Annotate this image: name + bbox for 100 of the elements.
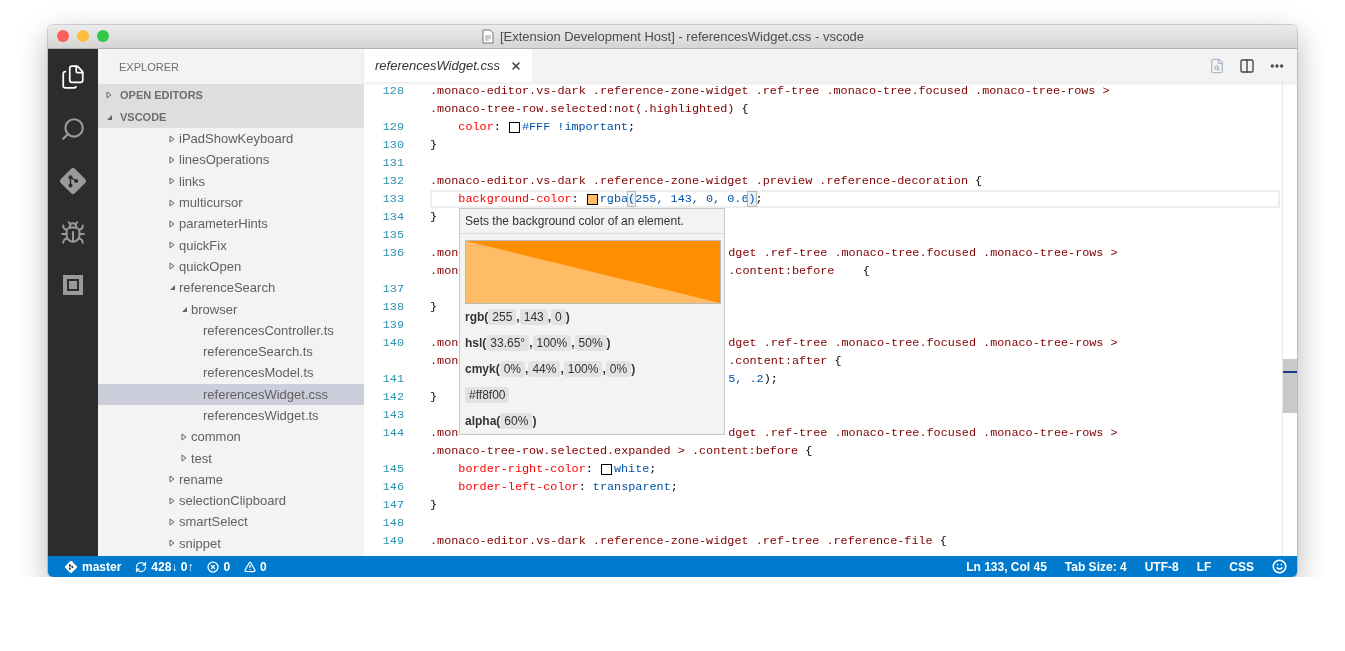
tree-label: linesOperations bbox=[179, 152, 270, 168]
window-title: [Extension Development Host] - referencesWidget.css - vscode bbox=[499, 29, 865, 44]
color-value[interactable]: 60% bbox=[500, 413, 533, 429]
file-item[interactable]: referencesWidget.css bbox=[98, 383, 364, 405]
format-close: ) bbox=[565, 310, 570, 324]
line-number: 147 bbox=[381, 498, 404, 512]
collapsed-arrow-icon bbox=[169, 134, 175, 143]
code-line: .monaco-editor.vs-dark .reference-zone-widget .preview .reference-decoration { bbox=[430, 173, 983, 190]
color-value[interactable]: 0 bbox=[551, 309, 566, 325]
color-value[interactable]: 0% bbox=[499, 361, 526, 377]
folder-item[interactable]: linesOperations bbox=[98, 149, 364, 171]
folder-item[interactable]: common bbox=[98, 426, 364, 448]
line-number: 146 bbox=[381, 480, 404, 494]
close-icon[interactable] bbox=[509, 59, 522, 72]
code-line: .mon bbox=[430, 353, 459, 370]
code-line: dget .ref-tree .monaco-tree.focused .monaco-tree-rows > bbox=[728, 425, 1118, 442]
expanded-arrow-icon bbox=[105, 113, 113, 121]
tree-label: smartSelect bbox=[179, 514, 248, 530]
collapsed-arrow-icon bbox=[169, 496, 175, 505]
collapsed-arrow-icon bbox=[181, 454, 187, 463]
folder-item[interactable]: smartSelect bbox=[98, 511, 364, 533]
format-label: hsl( bbox=[465, 336, 487, 350]
folder-item[interactable]: multicursor bbox=[98, 191, 364, 214]
sync-icon bbox=[135, 560, 148, 573]
scrollbar-thumb[interactable] bbox=[1283, 359, 1297, 413]
folder-item[interactable]: snippet bbox=[98, 532, 364, 554]
tree-label: referencesWidget.ts bbox=[203, 408, 319, 423]
cursor-marker bbox=[1283, 371, 1297, 373]
color-value[interactable]: 33.65° bbox=[486, 335, 530, 351]
folder-item[interactable]: rename bbox=[98, 468, 364, 491]
status-item[interactable]: master bbox=[64, 559, 122, 574]
folder-item[interactable]: parameterHints bbox=[98, 213, 364, 235]
line-number: 144 bbox=[381, 426, 404, 440]
separator: , bbox=[547, 310, 552, 324]
expanded-arrow-icon bbox=[180, 305, 188, 313]
folder-item[interactable]: iPadShowKeyboard bbox=[98, 128, 364, 150]
warning-icon bbox=[244, 560, 257, 573]
separator: , bbox=[602, 362, 606, 376]
file-item[interactable]: referenceSearch.ts bbox=[98, 340, 364, 363]
code-line: color: #FFF !important; bbox=[457, 119, 636, 136]
status-item[interactable]: 0 bbox=[207, 559, 231, 574]
sidebar-title: EXPLORER bbox=[119, 60, 179, 73]
section-header[interactable]: OPEN EDITORS bbox=[98, 84, 364, 106]
color-value[interactable]: 100% bbox=[563, 361, 603, 377]
tree-label: referencesModel.ts bbox=[203, 365, 314, 381]
code-line: .monaco-editor.vs-dark .reference-zone-widget .ref-tree .reference-file { bbox=[430, 533, 947, 550]
color-value[interactable]: 44% bbox=[528, 361, 561, 377]
file-item[interactable]: referencesController.ts bbox=[98, 319, 364, 341]
line-number: 148 bbox=[381, 516, 404, 530]
line-number: 135 bbox=[381, 228, 404, 242]
code-line: } bbox=[430, 299, 438, 316]
code-line: border-left-color: transparent; bbox=[457, 479, 678, 496]
color-value[interactable]: #ff8f00 bbox=[465, 387, 510, 403]
separator: , bbox=[525, 362, 529, 376]
status-item[interactable]: UTF-8 bbox=[1144, 559, 1179, 574]
folder-item[interactable]: test bbox=[98, 447, 364, 469]
collapsed-arrow-icon bbox=[169, 219, 175, 228]
tree-label: rename bbox=[179, 471, 224, 487]
status-item[interactable]: Ln 133, Col 45 bbox=[966, 559, 1047, 574]
status-item[interactable]: Tab Size: 4 bbox=[1064, 559, 1127, 574]
status-item[interactable]: 428↓ 0↑ bbox=[135, 559, 194, 574]
line-number: 149 bbox=[381, 534, 404, 548]
tree-label: referencesWidget.css bbox=[203, 386, 328, 402]
line-number: 133 bbox=[381, 192, 404, 206]
format-close: ) bbox=[606, 336, 611, 350]
color-value[interactable]: 0% bbox=[605, 361, 632, 377]
hover-description: Sets the background color of an element. bbox=[465, 214, 684, 228]
format-label: alpha( bbox=[465, 414, 501, 428]
file-item[interactable]: referencesWidget.ts bbox=[98, 404, 364, 427]
status-item[interactable]: CSS bbox=[1229, 559, 1254, 574]
color-value[interactable]: 50% bbox=[574, 335, 607, 351]
folder-item[interactable]: referenceSearch bbox=[98, 277, 364, 299]
color-value[interactable]: 255 bbox=[488, 309, 517, 325]
error-icon bbox=[207, 560, 220, 573]
line-number: 143 bbox=[381, 408, 404, 422]
status-item[interactable]: 0 bbox=[244, 559, 267, 574]
folder-item[interactable]: quickFix bbox=[98, 234, 364, 256]
folder-item[interactable]: browser bbox=[98, 298, 364, 320]
folder-item[interactable]: selectionClipboard bbox=[98, 490, 364, 512]
collapsed-arrow-icon bbox=[169, 241, 175, 250]
tree-label: multicursor bbox=[179, 195, 243, 211]
code-line: .mon bbox=[430, 425, 459, 442]
code-line: } bbox=[430, 497, 438, 514]
file-item[interactable]: referencesModel.ts bbox=[98, 362, 364, 384]
line-number: 131 bbox=[381, 156, 404, 170]
split-editor-icon[interactable] bbox=[1239, 57, 1255, 74]
line-number: 130 bbox=[381, 138, 404, 152]
folder-item[interactable]: links bbox=[98, 170, 364, 192]
code-line: .monaco-tree-row.selected.expanded > .content:before { bbox=[430, 443, 813, 460]
line-number: 145 bbox=[381, 462, 404, 476]
section-header[interactable]: VSCODE bbox=[98, 106, 364, 128]
color-value[interactable]: 143 bbox=[519, 309, 548, 325]
code-line: border-right-color: white; bbox=[457, 461, 657, 478]
color-value[interactable]: 100% bbox=[532, 335, 572, 351]
status-item[interactable]: LF bbox=[1196, 559, 1212, 574]
folder-item[interactable]: quickOpen bbox=[98, 255, 364, 278]
editor-tab[interactable]: referencesWidget.css bbox=[364, 49, 532, 82]
tree-label: referenceSearch.ts bbox=[203, 344, 313, 360]
smiley-icon[interactable] bbox=[1272, 559, 1287, 574]
tree-label: referencesController.ts bbox=[203, 322, 334, 338]
